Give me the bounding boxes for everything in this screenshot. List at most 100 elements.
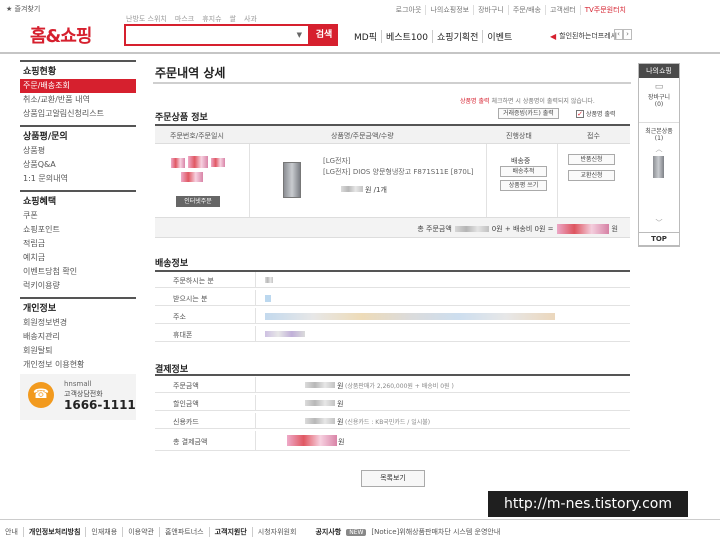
site-logo[interactable]: 홈&쇼핑 [30, 22, 92, 48]
util-tv-order-link[interactable]: TV주문원터치 [581, 5, 630, 15]
delivery-row: 휴대폰 [155, 326, 630, 342]
nav-item-inquiry[interactable]: 1:1 문의내역 [20, 172, 136, 186]
row-separator [255, 308, 256, 323]
hot-keyword[interactable]: 난방도 스위치 [126, 14, 167, 24]
nav-item-member-info[interactable]: 회원정보변경 [20, 316, 136, 330]
delivery-label: 주문하시는 분 [173, 277, 214, 285]
util-logout-link[interactable]: 로그아웃 [392, 5, 427, 15]
nav-group-title: 쇼핑현황 [20, 60, 136, 79]
nav-item-event-win[interactable]: 이벤트당첨 확인 [20, 265, 136, 279]
title-divider [153, 82, 631, 84]
chevron-down-icon: ▼ [296, 31, 302, 39]
payment-label: 총 결제금액 [173, 438, 208, 446]
nav-item-withdraw[interactable]: 회원탈퇴 [20, 344, 136, 358]
nav-item-reserve[interactable]: 적립금 [20, 237, 136, 251]
payment-label: 신용카드 [173, 418, 199, 426]
nav-item-restock-alert[interactable]: 상품입고알림신청리스트 [20, 107, 136, 121]
quick-cart[interactable]: ▭ 장바구니 (0) [639, 82, 679, 108]
write-review-button[interactable]: 상품평 쓰기 [500, 180, 547, 191]
global-nav: MD픽 베스트100 쇼핑기획전 이벤트 [350, 30, 516, 43]
favorites-link[interactable]: ★ 즐겨찾기 [6, 4, 40, 14]
new-badge: NEW [346, 528, 367, 536]
nav-group-title: 쇼핑혜택 [20, 190, 136, 209]
nav-item-address-book[interactable]: 배송지관리 [20, 330, 136, 344]
hot-keyword[interactable]: 쌀 [230, 14, 236, 24]
won-unit: 원 [337, 418, 344, 426]
recent-product-thumbnail[interactable] [653, 156, 664, 178]
redacted-value [265, 313, 555, 320]
row-separator [255, 395, 256, 410]
nav-item-deposit[interactable]: 예치금 [20, 251, 136, 265]
th-order-no: 주문번호/주문일시 [170, 132, 224, 140]
product-name-link[interactable]: [LG전자] DIOS 양문형냉장고 F871S11E [870L] [323, 167, 474, 177]
promo-banner[interactable]: ◀ 할인된하는더프레시 [550, 31, 617, 41]
th-product: 상품명/주문금액/수량 [331, 132, 394, 140]
checkbox-icon[interactable]: ✓ [576, 109, 584, 118]
track-delivery-button[interactable]: 배송추적 [500, 166, 547, 177]
back-to-list-button[interactable]: 목록보기 [361, 470, 425, 487]
footer-link[interactable]: 시청자위원회 [253, 527, 302, 537]
footer-link[interactable]: 안내 [0, 527, 24, 537]
nav-item-coupon[interactable]: 쿠폰 [20, 209, 136, 223]
checkbox-label: 상품명 출력 [586, 111, 616, 118]
nav-item-privacy-usage[interactable]: 개인정보 이용현황 [20, 358, 136, 372]
footer-link-support[interactable]: 고객지원단 [210, 527, 253, 537]
footer-link[interactable]: 홈앤파트너스 [160, 527, 210, 537]
util-customer-center-link[interactable]: 고객센터 [546, 5, 581, 15]
return-request-button[interactable]: 반품신청 [568, 154, 615, 165]
print-name-checkbox[interactable]: ✓ 상품명 출력 [576, 109, 616, 118]
quick-recent-count: (1) [654, 135, 664, 142]
nav-item-order-delivery[interactable]: 주문/배송조회 [20, 79, 136, 93]
redacted-value [265, 295, 271, 302]
footer-link[interactable]: 인재채용 [86, 527, 124, 537]
redacted-price [341, 186, 363, 192]
payment-row-total: 총 결제금액 원 [155, 431, 630, 451]
footer-divider [0, 519, 720, 520]
chevron-right-icon[interactable]: › [623, 29, 632, 40]
print-notice: 상품명 출력 체크하면 시 상품명이 출력되지 않습니다. [460, 96, 595, 105]
callcenter-number: 1666-1111 [64, 398, 136, 412]
util-order-link[interactable]: 주문/배송 [509, 5, 546, 15]
product-thumbnail[interactable] [283, 162, 301, 198]
chevron-left-icon[interactable]: ‹ [614, 29, 623, 40]
nav-item-qna[interactable]: 상품Q&A [20, 158, 136, 172]
hot-keyword[interactable]: 사과 [244, 14, 257, 24]
chevron-up-icon[interactable]: ︿ [639, 144, 679, 154]
exchange-request-button[interactable]: 교환신청 [568, 170, 615, 181]
footer-link-privacy[interactable]: 개인정보처리방침 [24, 527, 87, 537]
gnb-special[interactable]: 쇼핑기획전 [433, 30, 484, 43]
gnb-md-pick[interactable]: MD픽 [350, 30, 382, 43]
hot-keyword[interactable]: 휴지슈 [202, 14, 221, 24]
redacted-amount [305, 382, 335, 388]
notice-highlight: 상품명 출력 [460, 98, 490, 105]
gnb-best100[interactable]: 베스트100 [382, 30, 434, 43]
order-total-bar: 총 주문금액 0원 + 배송비 0원 = 원 [155, 218, 630, 238]
nav-item-lucky[interactable]: 럭키이용량 [20, 279, 136, 293]
scroll-top-button[interactable]: TOP [638, 232, 680, 246]
nav-item-points[interactable]: 쇼핑포인트 [20, 223, 136, 237]
util-cart-link[interactable]: 장바구니 [474, 5, 509, 15]
receipt-print-button[interactable]: 거래증빙(카드) 출력 [498, 108, 559, 119]
promo-text: 할인된하는더프레시 [559, 32, 618, 40]
delivery-row: 받으시는 분 [155, 290, 630, 306]
order-status: 배송중 [511, 157, 531, 165]
callcenter-box: ☎ hnsmall 고객상담전화 1666-1111 [20, 374, 136, 420]
search-input[interactable]: ▼ [124, 24, 310, 46]
row-separator [255, 413, 256, 428]
quick-recent[interactable]: 최근본상품 (1) [639, 122, 679, 142]
nav-item-cancel-return[interactable]: 취소/교환/반품 내역 [20, 93, 136, 107]
row-separator [255, 290, 256, 305]
notice-link[interactable]: [Notice]위해상품판매차단 시스템 운영안내 [366, 527, 505, 537]
footer-link[interactable]: 이용약관 [123, 527, 160, 537]
delivery-row: 주소 [155, 308, 630, 324]
hot-keyword[interactable]: 마스크 [175, 14, 194, 24]
nav-item-review[interactable]: 상품평 [20, 144, 136, 158]
gnb-event[interactable]: 이벤트 [483, 30, 516, 43]
chevron-down-icon[interactable]: ﹀ [639, 218, 679, 228]
util-myshopping-link[interactable]: 나의쇼핑정보 [426, 5, 475, 15]
payment-label: 할인금액 [173, 400, 199, 408]
quick-panel-title[interactable]: 나의쇼핑 [639, 64, 679, 78]
redacted-value [265, 331, 305, 337]
search-button[interactable]: 검색 [310, 24, 338, 46]
won-unit: 원 [337, 400, 344, 408]
